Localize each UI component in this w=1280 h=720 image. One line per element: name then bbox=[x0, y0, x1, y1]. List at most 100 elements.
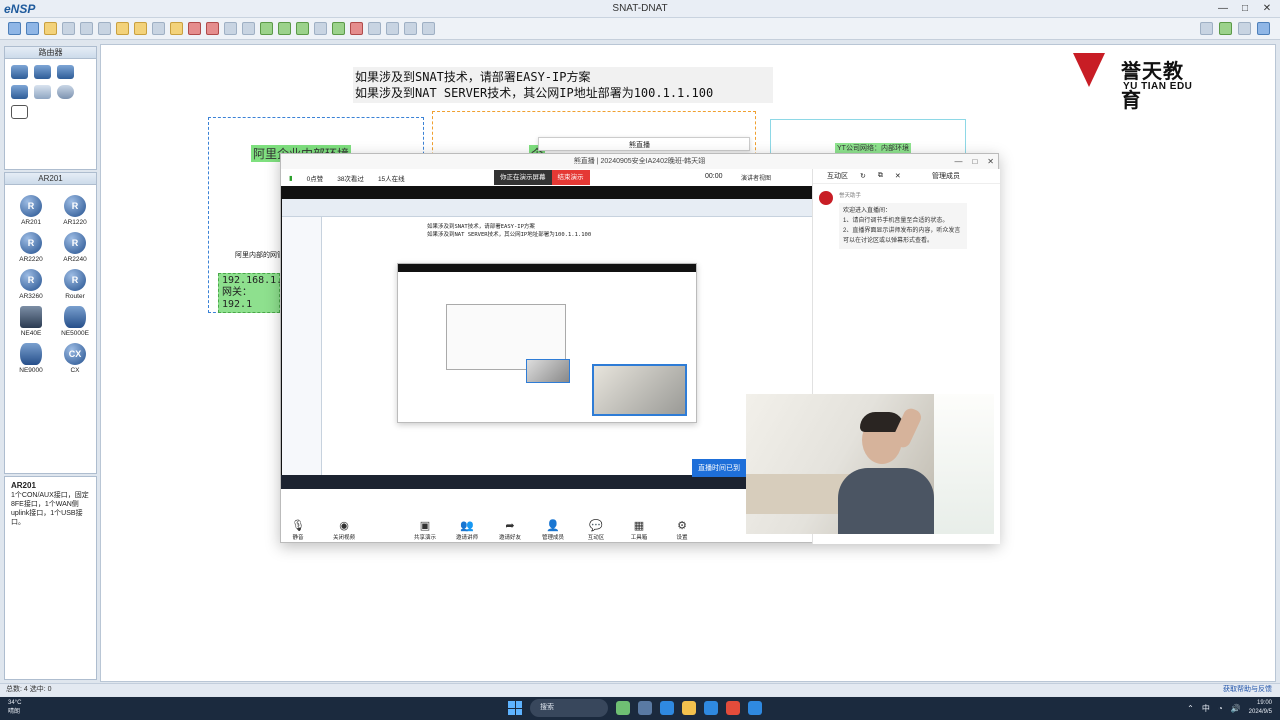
help-icon[interactable] bbox=[1219, 22, 1232, 35]
firewall-category-icon[interactable] bbox=[11, 85, 28, 99]
pc-category-icon[interactable] bbox=[34, 85, 51, 99]
text-icon[interactable] bbox=[224, 22, 237, 35]
shared-screen-content: 如果涉及到SNAT技术，请部署EASY-IP方案 如果涉及到NAT SERVER… bbox=[282, 199, 812, 484]
capture-icon[interactable] bbox=[368, 22, 381, 35]
clock[interactable]: 19:00 2024/9/5 bbox=[1249, 699, 1272, 717]
ip-annotation[interactable]: 192.168.1.1 网关：192.1 bbox=[218, 273, 288, 313]
huawei-icon[interactable] bbox=[1257, 22, 1270, 35]
tab-interaction[interactable]: 互动区 bbox=[827, 171, 848, 181]
stop-presenting-button[interactable]: 结束演示 bbox=[551, 170, 590, 185]
device-router[interactable]: R Router bbox=[55, 269, 95, 300]
hand-icon[interactable] bbox=[170, 22, 183, 35]
wifi-icon[interactable]: ◔ bbox=[1218, 704, 1223, 713]
delete-all-icon[interactable] bbox=[206, 22, 219, 35]
webcam-feed[interactable] bbox=[746, 394, 994, 534]
device-ar1220[interactable]: R AR1220 bbox=[55, 195, 95, 226]
store-icon[interactable] bbox=[704, 701, 718, 715]
chevron-up-icon[interactable]: ⌃ bbox=[1187, 704, 1194, 713]
switch-category-icon[interactable] bbox=[34, 65, 51, 79]
device-panel: AR201 R AR201 R AR1220 R AR2220 R AR2240 R AR… bbox=[4, 172, 97, 474]
input-language[interactable]: 中 bbox=[1202, 703, 1210, 714]
edge-icon[interactable] bbox=[660, 701, 674, 715]
device-ar201[interactable]: R AR201 bbox=[11, 195, 51, 226]
live-maximize-button[interactable]: □ bbox=[972, 154, 977, 169]
ensp-app-icon[interactable] bbox=[748, 701, 762, 715]
weather-widget[interactable]: 34°C 晴朗 bbox=[8, 699, 21, 717]
device-ne5000e[interactable]: NE5000E bbox=[55, 306, 95, 337]
menu-icon[interactable] bbox=[1200, 22, 1213, 35]
live-minimize-button[interactable]: — bbox=[954, 154, 962, 169]
popout-icon[interactable]: ⧉ bbox=[878, 172, 883, 180]
live-window-controls: — □ ✕ bbox=[954, 154, 994, 169]
settings-button[interactable]: ⚙ 设置 bbox=[665, 520, 699, 541]
device-cx[interactable]: CX CX bbox=[55, 343, 95, 374]
interaction-button[interactable]: 💬 互动区 bbox=[579, 520, 613, 541]
forward-icon: ➦ bbox=[505, 520, 515, 532]
chassis-icon bbox=[20, 306, 42, 328]
device-ar2220[interactable]: R AR2220 bbox=[11, 232, 51, 263]
settings-icon[interactable] bbox=[1238, 22, 1251, 35]
wlan-category-icon[interactable] bbox=[57, 65, 74, 79]
share-button[interactable]: ▣ 共享演示 bbox=[408, 520, 442, 541]
tab-manage-members[interactable]: 管理成员 bbox=[932, 171, 960, 181]
new-topology-icon[interactable] bbox=[8, 22, 21, 35]
connector-category-icon[interactable] bbox=[11, 105, 28, 119]
stop-device-icon[interactable] bbox=[350, 22, 363, 35]
device-header: AR201 bbox=[5, 173, 96, 185]
minimize-button[interactable]: — bbox=[1216, 2, 1230, 15]
live-close-button[interactable]: ✕ bbox=[987, 154, 994, 169]
device-ne40e[interactable]: NE40E bbox=[11, 306, 51, 337]
task-view-icon[interactable] bbox=[638, 701, 652, 715]
save-as-icon[interactable] bbox=[80, 22, 93, 35]
command-line-icon[interactable] bbox=[386, 22, 399, 35]
zoom-in-icon[interactable] bbox=[278, 22, 291, 35]
live-app-icon[interactable] bbox=[726, 701, 740, 715]
description-title: AR201 bbox=[11, 481, 36, 490]
widgets-icon[interactable] bbox=[616, 701, 630, 715]
grid-icon[interactable] bbox=[422, 22, 435, 35]
pointer-icon[interactable] bbox=[152, 22, 165, 35]
settings-label: 设置 bbox=[676, 535, 688, 541]
toolbar-right bbox=[1200, 22, 1270, 35]
video-button[interactable]: ◉ 关闭视频 bbox=[327, 520, 361, 541]
mute-label: 静音 bbox=[292, 535, 304, 541]
file-explorer-icon[interactable] bbox=[682, 701, 696, 715]
invite-lecturer-button[interactable]: 👥 邀请讲师 bbox=[450, 520, 484, 541]
save-icon[interactable] bbox=[62, 22, 75, 35]
delete-icon[interactable] bbox=[188, 22, 201, 35]
print-icon[interactable] bbox=[98, 22, 111, 35]
taskbar-search[interactable]: 搜索 bbox=[530, 699, 608, 717]
view-mode-select[interactable]: 演讲者视图 bbox=[741, 173, 771, 182]
device-label: AR1220 bbox=[63, 219, 87, 226]
device-ne9000[interactable]: NE9000 bbox=[11, 343, 51, 374]
palette-icon[interactable] bbox=[260, 22, 273, 35]
toolbox-button[interactable]: ▦ 工具箱 bbox=[622, 520, 656, 541]
volume-icon[interactable]: 🔊 bbox=[1231, 704, 1241, 713]
manage-members-button[interactable]: 👤 管理成员 bbox=[536, 520, 570, 541]
invite-friends-button[interactable]: ➦ 邀请好友 bbox=[493, 520, 527, 541]
refresh-icon[interactable]: ↻ bbox=[860, 172, 866, 180]
fit-icon[interactable] bbox=[314, 22, 327, 35]
start-device-icon[interactable] bbox=[332, 22, 345, 35]
zoom-out-icon[interactable] bbox=[296, 22, 309, 35]
topology-icon[interactable] bbox=[404, 22, 417, 35]
undo-icon[interactable] bbox=[116, 22, 129, 35]
open-icon[interactable] bbox=[44, 22, 57, 35]
windows-start-icon[interactable] bbox=[508, 701, 522, 715]
cloud-category-icon[interactable] bbox=[57, 85, 74, 99]
maximize-button[interactable]: □ bbox=[1238, 2, 1252, 15]
status-count: 总数: 4 选中: 0 bbox=[6, 686, 52, 693]
mini-popup[interactable]: 熊直播 bbox=[538, 137, 750, 151]
close-panel-icon[interactable]: ✕ bbox=[895, 172, 901, 180]
new-example-icon[interactable] bbox=[26, 22, 39, 35]
close-button[interactable]: ✕ bbox=[1260, 2, 1274, 15]
redo-icon[interactable] bbox=[134, 22, 147, 35]
device-ar3260[interactable]: R AR3260 bbox=[11, 269, 51, 300]
canvas-note[interactable]: 如果涉及到SNAT技术，请部署EASY-IP方案 如果涉及到NAT SERVER… bbox=[353, 67, 773, 103]
inner-note-line-2: 如果涉及到NAT SERVER技术，其公网IP地址部署为100.1.1.100 bbox=[427, 232, 592, 238]
mute-button[interactable]: 🎙 静音 bbox=[281, 520, 315, 541]
rectangle-icon[interactable] bbox=[242, 22, 255, 35]
device-ar2240[interactable]: R AR2240 bbox=[55, 232, 95, 263]
feedback-link[interactable]: 获取帮助与反馈 bbox=[1223, 684, 1272, 696]
router-category-icon[interactable] bbox=[11, 65, 28, 79]
